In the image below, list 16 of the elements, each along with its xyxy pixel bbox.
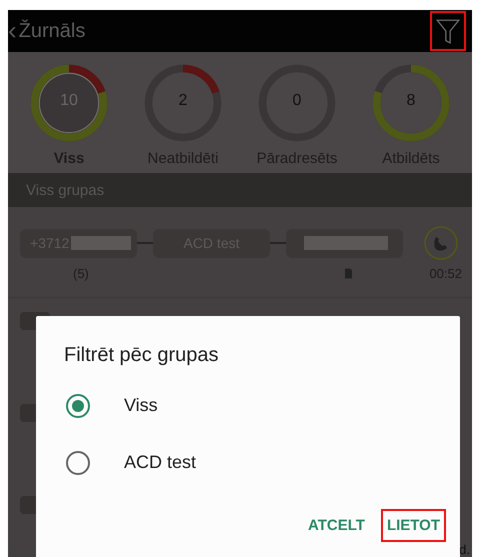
cancel-button[interactable]: ATCELT <box>302 509 371 542</box>
radio-option[interactable]: Viss <box>64 377 460 434</box>
count-value: 8 <box>406 92 416 110</box>
apply-button[interactable]: LIETOT <box>380 509 446 542</box>
radio-button[interactable] <box>66 450 90 474</box>
blurred-block <box>71 236 132 250</box>
radio-option[interactable]: ACD test <box>64 434 460 491</box>
screen-title: Žurnāls <box>18 20 86 42</box>
filter-icon[interactable] <box>430 11 466 51</box>
count-value: 2 <box>178 92 188 110</box>
count-value: 0 <box>292 92 302 110</box>
dialog-title: Filtrēt pēc grupas <box>64 344 220 367</box>
radio-button[interactable] <box>66 394 90 418</box>
document-icon <box>344 266 352 280</box>
back-button[interactable]: ‹ <box>8 16 17 42</box>
phone-icon[interactable] <box>423 225 459 261</box>
